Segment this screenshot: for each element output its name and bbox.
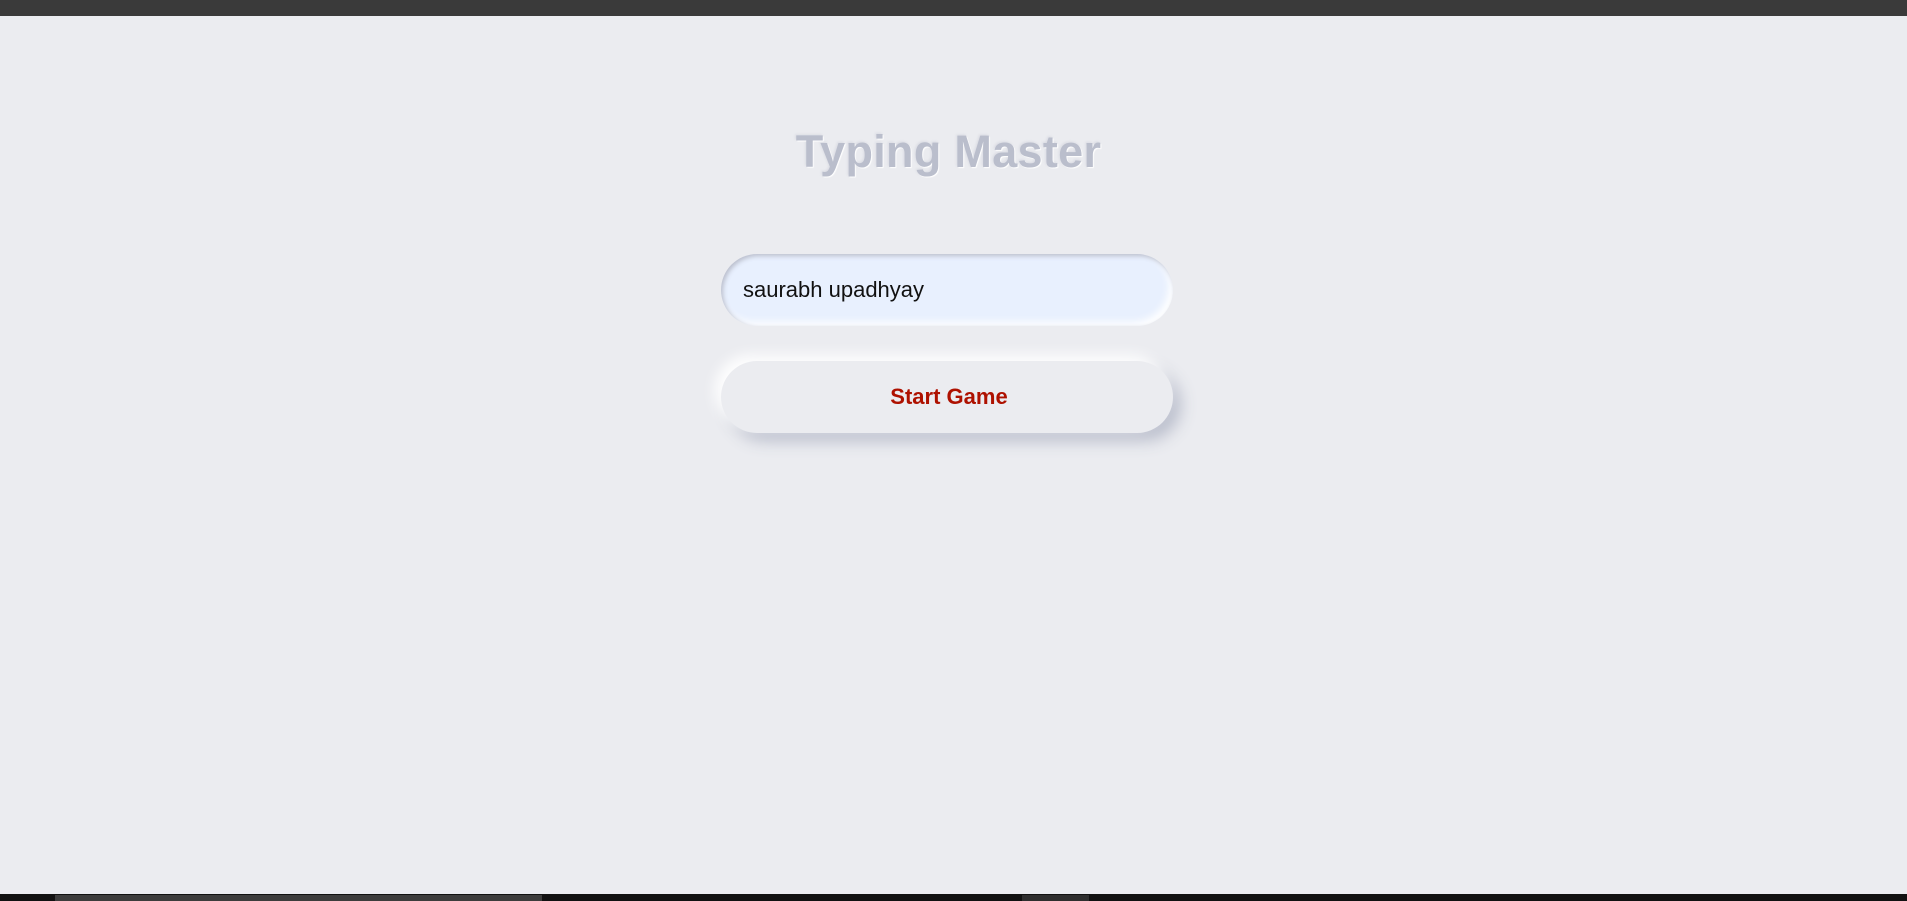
scrollbar-thumb[interactable] — [55, 895, 542, 901]
horizontal-scrollbar[interactable] — [0, 894, 1907, 901]
scrollbar-segment — [1022, 895, 1089, 901]
page-title: Typing Master — [795, 126, 1102, 177]
start-game-button[interactable]: Start Game — [721, 361, 1173, 433]
page-body: Typing Master Start Game — [0, 16, 1907, 894]
player-name-input[interactable] — [721, 254, 1173, 326]
browser-top-bar — [0, 0, 1907, 16]
